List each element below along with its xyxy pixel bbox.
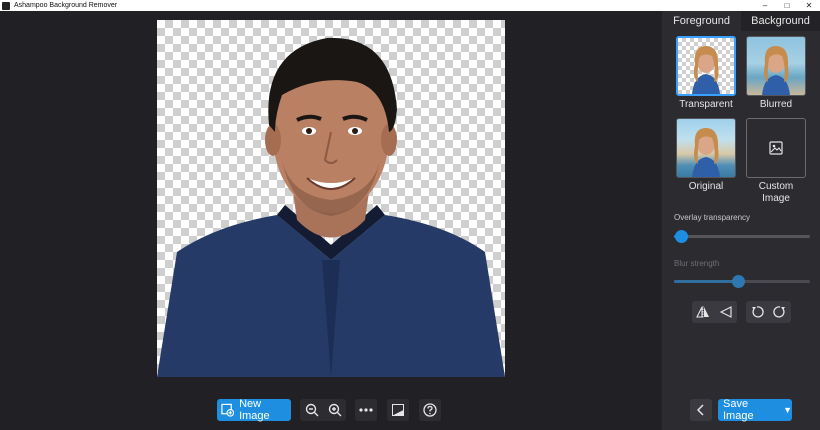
more-button[interactable]	[355, 399, 377, 421]
help-icon	[423, 403, 437, 417]
option-original[interactable]: Original	[676, 118, 736, 193]
help-button[interactable]	[419, 399, 441, 421]
flip-horizontal-icon[interactable]	[696, 305, 710, 319]
option-custom-image[interactable]: Custom Image	[746, 118, 806, 205]
zoom-controls	[300, 399, 346, 421]
option-label: Transparent	[679, 99, 733, 110]
blur-strength-label: Blur strength	[674, 259, 720, 268]
overlay-transparency-label: Overlay transparency	[674, 213, 751, 222]
rotate-left-icon[interactable]	[750, 305, 764, 319]
rotate-right-icon[interactable]	[773, 305, 787, 319]
chevron-down-icon[interactable]: ▼	[783, 405, 792, 415]
tab-foreground[interactable]: Foreground	[662, 11, 741, 31]
title-bar: Ashampoo Background Remover – □ ✕	[0, 0, 820, 11]
app-logo-icon	[2, 1, 10, 10]
maximize-icon[interactable]: □	[776, 0, 798, 11]
save-image-button[interactable]: Save Image ▼	[718, 398, 792, 422]
window-title: Ashampoo Background Remover	[14, 2, 118, 9]
zoom-in-icon[interactable]	[328, 403, 342, 417]
new-image-icon	[221, 403, 235, 417]
canvas-area	[0, 11, 662, 430]
zoom-out-icon[interactable]	[305, 403, 319, 417]
overlay-transparency-slider[interactable]	[674, 230, 810, 243]
option-transparent[interactable]: Transparent	[676, 36, 736, 111]
slider-fill	[674, 280, 738, 283]
new-image-button[interactable]: New Image	[217, 398, 291, 422]
blur-strength-slider[interactable]	[674, 275, 810, 288]
panel-tabs: Foreground Background	[662, 11, 820, 31]
flip-vertical-icon[interactable]	[719, 305, 733, 319]
option-blurred[interactable]: Blurred	[746, 36, 806, 111]
more-icon	[359, 408, 373, 412]
woman-portrait-icon	[762, 46, 790, 95]
new-image-label: New Image	[239, 398, 270, 422]
rotate-controls	[746, 301, 791, 323]
slider-knob[interactable]	[732, 275, 745, 288]
transparent-thumbnail	[676, 36, 736, 96]
close-icon[interactable]: ✕	[798, 0, 820, 11]
person-photo	[157, 37, 505, 377]
chevron-left-icon	[697, 404, 704, 416]
subject-image	[157, 20, 505, 377]
back-button[interactable]	[690, 399, 712, 421]
option-label: Custom Image	[758, 181, 794, 204]
save-image-label: Save Image	[723, 398, 754, 422]
option-label: Blurred	[759, 99, 793, 110]
flip-controls	[692, 301, 737, 323]
option-label: Original	[688, 181, 724, 192]
settings-panel: Foreground Background Transparent Blurre…	[662, 11, 820, 430]
minimize-icon[interactable]: –	[754, 0, 776, 11]
blurred-thumbnail	[746, 36, 806, 96]
compare-icon	[392, 404, 404, 416]
custom-image-thumbnail	[746, 118, 806, 178]
compare-button[interactable]	[387, 399, 409, 421]
original-thumbnail	[676, 118, 736, 178]
slider-knob[interactable]	[675, 230, 688, 243]
woman-portrait-icon	[692, 46, 720, 94]
image-icon	[769, 141, 783, 155]
woman-portrait-icon	[692, 128, 720, 177]
tab-background[interactable]: Background	[741, 11, 820, 31]
